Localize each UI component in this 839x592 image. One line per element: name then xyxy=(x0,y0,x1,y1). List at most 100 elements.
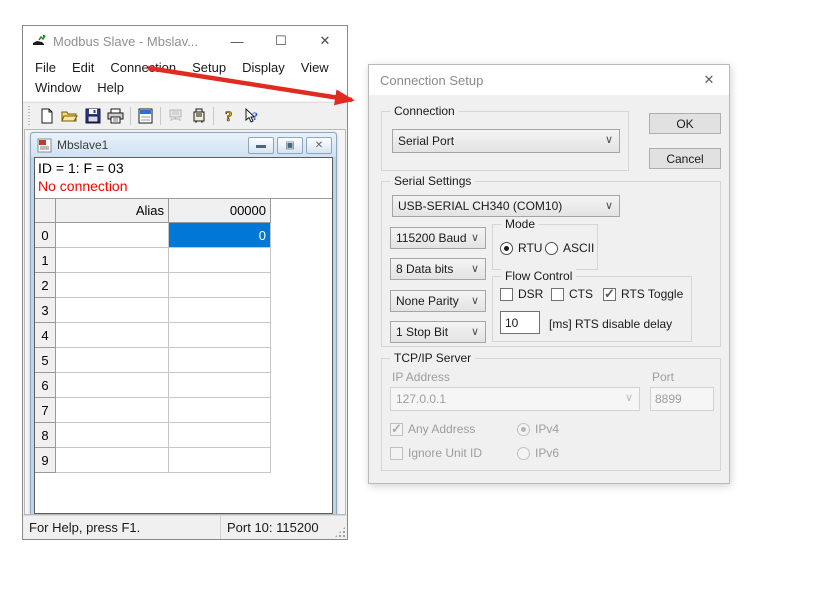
data-bits-dropdown[interactable]: 8 Data bits ∨ xyxy=(390,258,486,280)
alias-cell[interactable] xyxy=(56,248,169,273)
dialog-titlebar[interactable]: Connection Setup ✕ xyxy=(369,65,729,95)
value-cell[interactable] xyxy=(169,448,271,473)
alias-cell[interactable] xyxy=(56,448,169,473)
mbslave1-titlebar[interactable]: Mbslave1 ▬ ▣ ✕ xyxy=(31,133,336,157)
close-button[interactable]: ✕ xyxy=(303,26,347,56)
value-cell[interactable] xyxy=(169,248,271,273)
row-header[interactable]: 9 xyxy=(35,448,56,473)
row-header[interactable]: 1 xyxy=(35,248,56,273)
checkbox-unchecked-disabled-icon xyxy=(390,447,403,460)
ignore-unit-id-checkbox[interactable]: Ignore Unit ID xyxy=(390,446,482,460)
dialog-close-button[interactable]: ✕ xyxy=(689,65,729,95)
row-header[interactable]: 2 xyxy=(35,273,56,298)
tcpip-server-group-label: TCP/IP Server xyxy=(390,351,475,365)
cancel-button[interactable]: Cancel xyxy=(649,148,721,169)
grid-row-8: 8 xyxy=(35,423,332,448)
menu-edit[interactable]: Edit xyxy=(64,58,102,78)
value-cell[interactable] xyxy=(169,398,271,423)
new-file-button[interactable] xyxy=(35,105,58,127)
connection-type-value: Serial Port xyxy=(398,134,454,148)
checkbox-unchecked-icon xyxy=(551,288,564,301)
any-address-checkbox[interactable]: Any Address xyxy=(390,422,475,436)
register-grid: Alias 00000 0 0 1 xyxy=(35,198,332,473)
alias-cell[interactable] xyxy=(56,223,169,248)
ip-address-dropdown[interactable]: 127.0.0.1 ∨ xyxy=(390,387,640,411)
port-label: Port xyxy=(652,370,674,384)
grid-row-2: 2 xyxy=(35,273,332,298)
resize-grip[interactable] xyxy=(334,526,346,538)
row-header[interactable]: 3 xyxy=(35,298,56,323)
dsr-checkbox[interactable]: DSR xyxy=(500,287,543,301)
menu-window[interactable]: Window xyxy=(27,78,89,98)
context-help-button[interactable]: ? xyxy=(240,105,263,127)
corner-header[interactable] xyxy=(35,199,56,223)
chevron-down-icon: ∨ xyxy=(469,262,481,276)
print-button[interactable] xyxy=(104,105,127,127)
connection-type-dropdown[interactable]: Serial Port ∨ xyxy=(392,129,620,153)
cts-checkbox[interactable]: CTS xyxy=(551,287,593,301)
menu-help[interactable]: Help xyxy=(89,78,132,98)
alias-cell[interactable] xyxy=(56,423,169,448)
ipv6-radio[interactable]: IPv6 xyxy=(517,446,559,460)
parity-dropdown[interactable]: None Parity ∨ xyxy=(390,290,486,312)
doc-restore-button[interactable]: ▣ xyxy=(277,137,303,154)
menu-connection[interactable]: Connection xyxy=(102,58,184,78)
alias-column-header[interactable]: Alias xyxy=(56,199,169,223)
value-cell[interactable] xyxy=(169,373,271,398)
row-header[interactable]: 5 xyxy=(35,348,56,373)
rts-toggle-checkbox[interactable]: RTS Toggle xyxy=(603,287,683,301)
alias-cell[interactable] xyxy=(56,373,169,398)
radio-off-icon xyxy=(545,242,558,255)
rtu-radio[interactable]: RTU xyxy=(500,241,542,255)
ascii-radio[interactable]: ASCII xyxy=(545,241,594,255)
modbus-slave-window: Modbus Slave - Mbslav... — ☐ ✕ File Edit… xyxy=(22,25,348,540)
doc-close-button[interactable]: ✕ xyxy=(306,137,332,154)
save-button[interactable] xyxy=(81,105,104,127)
ipv4-radio[interactable]: IPv4 xyxy=(517,422,559,436)
open-file-button[interactable] xyxy=(58,105,81,127)
chevron-down-icon: ∨ xyxy=(603,133,615,147)
alias-cell[interactable] xyxy=(56,273,169,298)
value-cell-selected[interactable]: 0 xyxy=(169,223,271,248)
help-button[interactable]: ? xyxy=(217,105,240,127)
alias-cell[interactable] xyxy=(56,323,169,348)
poll-definition-button[interactable] xyxy=(164,105,187,127)
row-header[interactable]: 0 xyxy=(35,223,56,248)
communication-button[interactable] xyxy=(187,105,210,127)
serial-port-dropdown[interactable]: USB-SERIAL CH340 (COM10) ∨ xyxy=(392,195,620,217)
baud-rate-dropdown[interactable]: 115200 Baud ∨ xyxy=(390,227,486,249)
row-header[interactable]: 7 xyxy=(35,398,56,423)
alias-cell[interactable] xyxy=(56,298,169,323)
port-input[interactable]: 8899 xyxy=(650,387,714,411)
open-file-icon xyxy=(61,108,78,124)
value-cell[interactable] xyxy=(169,348,271,373)
alias-cell[interactable] xyxy=(56,348,169,373)
connection-setup-dialog: Connection Setup ✕ Connection Serial Por… xyxy=(368,64,730,484)
menu-file[interactable]: File xyxy=(27,58,64,78)
menu-view[interactable]: View xyxy=(293,58,337,78)
ascii-radio-label: ASCII xyxy=(563,241,594,255)
value-column-header[interactable]: 00000 xyxy=(169,199,271,223)
display-definition-button[interactable] xyxy=(134,105,157,127)
doc-minimize-button[interactable]: ▬ xyxy=(248,137,274,154)
maximize-button[interactable]: ☐ xyxy=(259,26,303,56)
tcpip-server-group: TCP/IP Server IP Address 127.0.0.1 ∨ Por… xyxy=(381,358,721,471)
value-cell[interactable] xyxy=(169,273,271,298)
value-cell[interactable] xyxy=(169,298,271,323)
main-titlebar[interactable]: Modbus Slave - Mbslav... — ☐ ✕ xyxy=(23,26,347,56)
menu-setup[interactable]: Setup xyxy=(184,58,234,78)
grid-header-row: Alias 00000 xyxy=(35,199,332,223)
row-header[interactable]: 8 xyxy=(35,423,56,448)
row-header[interactable]: 4 xyxy=(35,323,56,348)
minimize-button[interactable]: — xyxy=(215,26,259,56)
ok-button[interactable]: OK xyxy=(649,113,721,134)
toolbar-separator xyxy=(213,107,214,125)
row-header[interactable]: 6 xyxy=(35,373,56,398)
alias-cell[interactable] xyxy=(56,398,169,423)
stop-bits-dropdown[interactable]: 1 Stop Bit ∨ xyxy=(390,321,486,343)
value-cell[interactable] xyxy=(169,423,271,448)
context-help-icon: ? xyxy=(243,108,260,124)
value-cell[interactable] xyxy=(169,323,271,348)
menu-display[interactable]: Display xyxy=(234,58,293,78)
rts-delay-input[interactable]: 10 xyxy=(500,311,540,334)
